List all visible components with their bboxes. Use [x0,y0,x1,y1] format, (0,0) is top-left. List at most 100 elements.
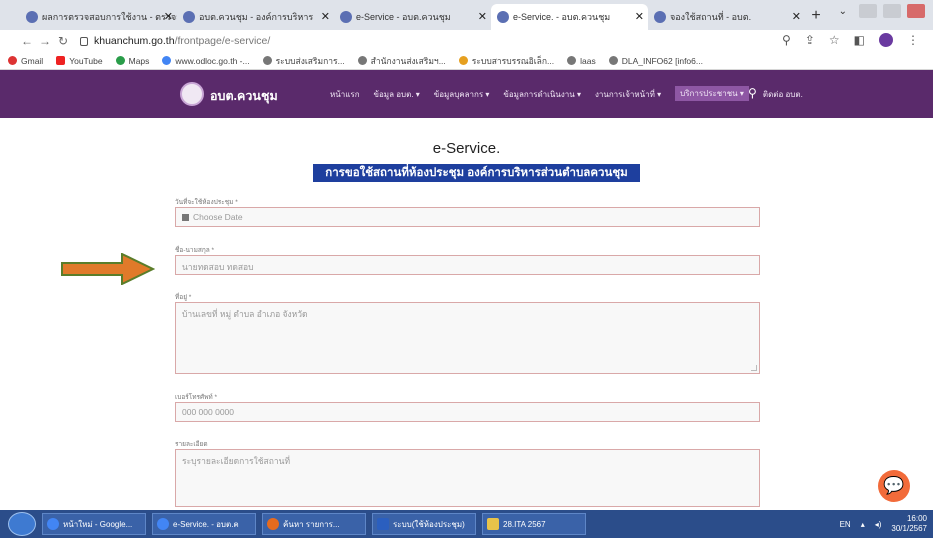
language-indicator[interactable]: EN [840,520,851,529]
tab-title: อบต.ควนชุม - องค์การบริหาร [199,12,314,22]
bookmark-label: www.odloc.go.th -... [175,55,250,66]
taskbar-item[interactable]: ระบบ(ใช้ห้องประชุม) [372,513,476,535]
address-placeholder: บ้านเลขที่ หมู่ ตำบล อำเภอ จังหวัด [182,309,308,319]
bookmark-label: Gmail [21,55,44,66]
date-label: วันที่จะใช้ห้องประชุม * [175,199,238,206]
globe-icon [262,56,272,65]
nav-item-services[interactable]: บริการประชาชน ▾ [675,86,749,101]
browser-tab[interactable]: ผลการตรวจสอบการใช้งาน - ตรวจสอบ✕ [20,4,177,30]
site-name[interactable]: อบต.ควนชุม [210,86,278,106]
browser-tab[interactable]: จองใช้สถานที่ - อบต. ✕ [648,4,805,30]
bookmark-item[interactable]: ระบบสารบรรณอิเล็ก... [458,54,555,68]
globe-icon [567,56,577,65]
minimize-button[interactable] [859,4,877,18]
page-title: e-Service. [432,140,501,157]
bookmark-item[interactable]: Gmail [8,56,43,66]
bookmark-item[interactable]: www.odloc.go.th -... [162,55,250,66]
system-tray: EN ▴ ◂) 16:00 30/1/2567 [840,514,927,534]
zoom-icon[interactable]: ⚲ [782,33,791,47]
more-menu-icon[interactable]: ⋮ [907,33,919,47]
address-field[interactable]: บ้านเลขที่ หมู่ ตำบล อำเภอ จังหวัด [175,302,760,374]
bookmark-item[interactable]: DLA_INFO62 [info6... [608,55,703,66]
close-icon[interactable]: ✕ [321,4,330,30]
new-tab-button[interactable]: + [805,4,827,30]
forward-icon[interactable]: → [36,34,54,48]
chrome-icon [47,518,59,530]
url-field[interactable]: khuanchum.go.th/frontpage/e-service/ [94,35,270,47]
close-window-button[interactable] [907,4,925,18]
lock-icon[interactable] [80,36,88,46]
clock[interactable]: 16:00 30/1/2567 [891,514,927,534]
close-icon[interactable]: ✕ [164,4,173,30]
calendar-icon [182,214,189,221]
network-icon[interactable]: ▴ [861,520,865,529]
favicon-icon [497,11,509,23]
clock-date: 30/1/2567 [891,524,927,533]
bookmark-label: สำนักงานส่งเสริมฯ... [370,55,446,66]
name-placeholder: นายทดสอบ ทดสอบ [182,262,254,272]
site-logo[interactable] [180,82,204,106]
nav-item-operations[interactable]: ข้อมูลการดำเนินงาน ▾ [503,88,581,101]
profile-avatar[interactable] [879,33,893,47]
browser-tab[interactable]: e-Service - อบต.ควนชุม ✕ [334,4,491,30]
maps-icon [115,56,125,65]
purpose-label: รายละเอียด [175,441,208,448]
sidebar-icon[interactable]: ◧ [854,33,865,47]
word-icon [377,518,389,530]
purpose-field[interactable]: ระบุรายละเอียดการใช้สถานที่ [175,449,760,507]
taskbar-label: หน้าใหม่ - Google... [63,519,133,529]
taskbar-item[interactable]: 28.ITA 2567 [482,513,586,535]
date-placeholder: Choose Date [193,212,243,222]
name-label: ชื่อ-นามสกุล * [175,247,215,254]
chat-icon[interactable]: 💬 [878,470,910,502]
search-icon[interactable]: ⚲ [748,86,757,100]
browser-tab-strip: ผลการตรวจสอบการใช้งาน - ตรวจสอบ✕ อบต.ควน… [0,0,933,30]
nav-item-staff[interactable]: งานการเจ้าหน้าที่ ▾ [595,88,661,101]
tab-title: e-Service. - อบต.ควนชุม [513,12,611,22]
back-icon[interactable]: ← [18,34,36,48]
bookmark-label: ระบบส่งเสริมการ... [275,55,345,66]
bookmark-item[interactable]: YouTube [56,56,103,66]
taskbar-item[interactable]: ค้นหา รายการ... [262,513,366,535]
favicon-icon [26,11,38,23]
name-field[interactable]: นายทดสอบ ทดสอบ [175,255,760,275]
start-button[interactable] [8,512,36,536]
bookmark-star-icon[interactable]: ☆ [829,33,840,47]
close-icon[interactable]: ✕ [792,4,801,30]
url-path: /frontpage/e-service/ [174,35,271,47]
browser-tab-active[interactable]: e-Service. - อบต.ควนชุม ✕ [491,4,648,30]
bookmark-item[interactable]: สำนักงานส่งเสริมฯ... [357,54,446,68]
address-bar: ← → ↻ khuanchum.go.th/frontpage/e-servic… [0,30,933,52]
resize-handle-icon[interactable] [751,365,757,371]
nav-item-personnel[interactable]: ข้อมูลบุคลากร ▾ [434,88,490,101]
bookmark-item[interactable]: Maps [115,56,149,66]
phone-placeholder: 000 000 0000 [182,407,234,417]
phone-field[interactable]: 000 000 0000 [175,402,760,422]
firefox-icon [267,518,279,530]
taskbar-item-active[interactable]: e-Service. - อบต.ค [152,513,256,535]
google-icon [162,56,172,65]
taskbar-item[interactable]: หน้าใหม่ - Google... [42,513,146,535]
bookmark-label: DLA_INFO62 [info6... [621,55,703,66]
nav-item-about[interactable]: ข้อมูล อบต. ▾ [374,88,420,101]
date-field[interactable]: Choose Date [175,207,760,227]
tab-search-icon[interactable]: ⌄ [839,6,847,17]
browser-tab[interactable]: อบต.ควนชุม - องค์การบริหาร ✕ [177,4,334,30]
bookmark-item[interactable]: ระบบส่งเสริมการ... [262,54,345,68]
maximize-button[interactable] [883,4,901,18]
tab-title: e-Service - อบต.ควนชุม [356,12,451,22]
close-icon[interactable]: ✕ [635,4,644,30]
globe-icon [458,56,468,65]
close-icon[interactable]: ✕ [478,4,487,30]
bookmark-item[interactable]: laas [567,56,596,66]
nav-item-home[interactable]: หน้าแรก [330,88,360,101]
share-icon[interactable]: ⇪ [805,33,815,47]
volume-icon[interactable]: ◂) [875,520,882,529]
bookmark-label: ระบบสารบรรณอิเล็ก... [471,55,555,66]
address-label: ที่อยู่ * [175,294,192,301]
address-bar-actions: ⚲ ⇪ ☆ ◧ ⋮ [782,33,919,47]
youtube-icon [56,56,66,65]
nav-item-contact[interactable]: ติดต่อ อบต. [763,88,803,101]
reload-icon[interactable]: ↻ [54,34,72,48]
form-heading: การขอใช้สถานที่ห้องประชุม องค์การบริหารส… [313,164,640,182]
